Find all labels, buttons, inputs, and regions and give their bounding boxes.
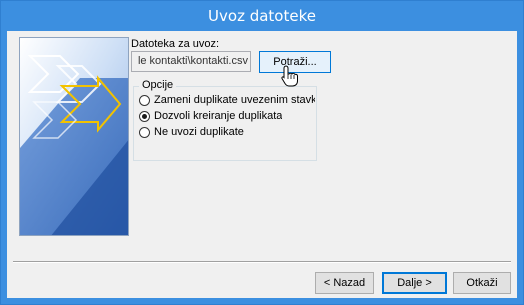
back-button[interactable]: < Nazad [315,272,374,294]
options-legend: Opcije [139,79,177,92]
radio-allow-duplicates[interactable] [139,110,150,122]
option-no-duplicates[interactable]: Ne uvozi duplikate [139,125,244,139]
file-to-import-label: Datoteka za uvoz: [131,38,220,50]
next-button[interactable]: Dalje > [382,272,447,294]
option-label: Ne uvozi duplikate [154,126,244,138]
hand-pointer-icon [281,65,298,87]
dialog-title: Uvoz datoteke [208,7,316,25]
option-replace-duplicates[interactable]: Zameni duplikate uvezenim stavkama [139,93,315,107]
cancel-button[interactable]: Otkaži [453,272,511,294]
footer-separator [13,261,511,263]
import-file-dialog: Uvoz datoteke Datoteka za uvoz: le konta… [0,0,524,305]
option-label: Zameni duplikate uvezenim stavkama [154,94,315,106]
file-path-field[interactable]: le kontakti\kontakti.csv [131,51,251,72]
import-wizard-arrows-art [19,37,129,236]
option-allow-duplicates[interactable]: Dozvoli kreiranje duplikata [139,109,282,123]
radio-replace-duplicates[interactable] [139,94,150,106]
radio-no-duplicates[interactable] [139,126,150,138]
file-path-value: le kontakti\kontakti.csv [137,55,248,67]
option-label: Dozvoli kreiranje duplikata [154,110,283,122]
dialog-client-area: Datoteka za uvoz: le kontakti\kontakti.c… [7,31,517,298]
